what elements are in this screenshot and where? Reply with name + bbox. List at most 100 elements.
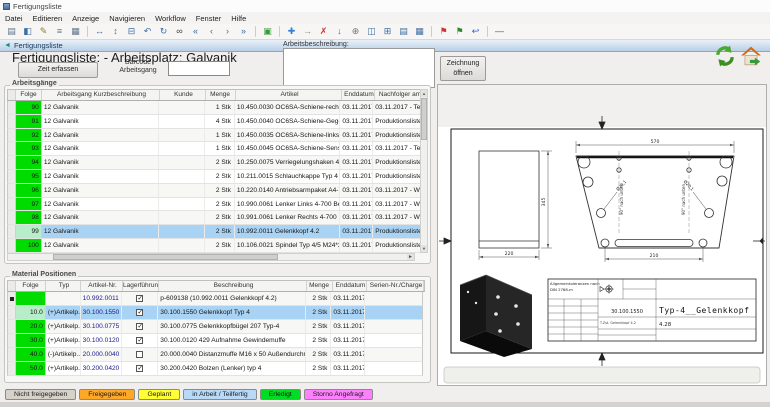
prev-record-icon[interactable]: ‹	[204, 25, 219, 38]
col-enddatum[interactable]: Enddatum	[342, 90, 375, 100]
flag-red-icon[interactable]: ⚑	[436, 25, 451, 38]
menu-editieren[interactable]: Editieren	[28, 14, 68, 23]
col-folge[interactable]: Folge	[16, 90, 42, 100]
menu-hilfe[interactable]: Hilfe	[226, 14, 251, 23]
arbeitsgang-row[interactable]: 96 12 Galvanik 2 Stk 10.220.0140 Antrieb…	[7, 184, 423, 198]
grid-view-icon[interactable]: ▦	[68, 25, 83, 38]
arbeitsgaenge-vertical-scrollbar[interactable]: ▲ ▼	[420, 89, 428, 253]
menu-anzeige[interactable]: Anzeige	[67, 14, 104, 23]
col-enddatum[interactable]: Enddatum	[333, 281, 367, 291]
menu-fenster[interactable]: Fenster	[191, 14, 226, 23]
lagerfuehrung-checkbox[interactable]	[136, 309, 143, 316]
last-record-icon[interactable]: »	[236, 25, 251, 38]
drawing-panel: 345 220	[437, 84, 767, 386]
arbeitsgang-row[interactable]: 92 12 Galvanik 1 Stk 10.450.0035 OC6SA-S…	[7, 129, 423, 143]
add-record-icon[interactable]: ✚	[284, 25, 299, 38]
page-size-10-icon[interactable]: ↔	[92, 25, 107, 38]
home-icon[interactable]	[740, 45, 762, 67]
flag-green-icon[interactable]: ⚑	[452, 25, 467, 38]
col-menge[interactable]: Menge	[206, 90, 236, 100]
delete-record-icon[interactable]: ✗	[316, 25, 331, 38]
col-lagerfuehrung[interactable]: Lagerführung	[123, 281, 159, 291]
col-typ[interactable]: Typ	[46, 281, 81, 291]
col-kurzbeschreibung[interactable]: Arbeitsgang Kurzbeschreibung	[42, 90, 160, 100]
scroll-thumb[interactable]	[53, 254, 278, 260]
edit-record-icon[interactable]: →	[300, 25, 315, 38]
scroll-thumb[interactable]	[421, 98, 427, 140]
menu-workflow[interactable]: Workflow	[150, 14, 191, 23]
next-record-icon[interactable]: ›	[220, 25, 235, 38]
search-icon[interactable]: ∞	[172, 25, 187, 38]
legend-nicht-freigegeben[interactable]: Nicht freigegeben	[5, 389, 76, 400]
material-header-row: Folge Typ Artikel-Nr. Lagerführung Besch…	[7, 280, 425, 292]
legend-storno[interactable]: Storno Angefragt	[304, 389, 373, 400]
scroll-down-icon[interactable]: ▼	[421, 245, 427, 252]
menu-datei[interactable]: Datei	[0, 14, 28, 23]
arbeitsgang-row[interactable]: 100 12 Galvanik 2 Stk 10.106.0021 Spinde…	[7, 239, 423, 253]
col-folge[interactable]: Folge	[16, 281, 46, 291]
page-size-100-icon[interactable]: ↕	[108, 25, 123, 38]
print-icon[interactable]: ▤	[4, 25, 19, 38]
barcode-input[interactable]	[168, 61, 230, 76]
first-record-icon[interactable]: «	[188, 25, 203, 38]
drawing-footer-box	[444, 367, 760, 383]
copy-icon[interactable]: ⊕	[348, 25, 363, 38]
list-view-icon[interactable]: ≡	[52, 25, 67, 38]
col-menge[interactable]: Menge	[307, 281, 333, 291]
col-serien-nr[interactable]: Serien-Nr./Charge	[367, 281, 424, 291]
arbeitsbeschreibung-textarea[interactable]	[283, 48, 435, 88]
col-beschreibung[interactable]: Beschreibung	[159, 281, 307, 291]
legend-freigegeben[interactable]: Freigegeben	[79, 389, 135, 400]
arbeitsgang-row[interactable]: 90 12 Galvanik 1 Stk 10.450.0030 OC6SA-S…	[7, 101, 423, 115]
zeit-erfassen-button[interactable]: Zeit erfassen	[18, 62, 98, 78]
minimize-icon[interactable]: —	[492, 25, 507, 38]
arbeitsgang-row[interactable]: 93 12 Galvanik 1 Stk 10.450.0045 OC6SA-S…	[7, 142, 423, 156]
menu-navigieren[interactable]: Navigieren	[104, 14, 150, 23]
tab-fertigungsliste[interactable]: Fertigungsliste	[14, 41, 63, 50]
tab-back-icon[interactable]: ◄	[4, 42, 11, 49]
arbeitsgang-row[interactable]: 99 12 Galvanik 2 Stk 10.992.0011 Gelenkk…	[7, 225, 423, 239]
folge-cell: 10.0	[16, 306, 46, 319]
arbeitsgaenge-horizontal-scrollbar[interactable]: ►	[7, 253, 415, 261]
zeichnung-oeffnen-button[interactable]: Zeichnung öffnen	[440, 56, 486, 81]
undo-all-icon[interactable]: ↩	[468, 25, 483, 38]
arbeitsgang-row[interactable]: 95 12 Galvanik 2 Stk 10.211.0015 Schlauc…	[7, 170, 423, 184]
arbeitsgang-row[interactable]: 98 12 Galvanik 2 Stk 10.991.0061 Lenker …	[7, 211, 423, 225]
col-artikel-nr[interactable]: Artikel-Nr.	[81, 281, 123, 291]
scroll-up-icon[interactable]: ▲	[421, 90, 427, 97]
lagerfuehrung-checkbox[interactable]	[136, 351, 143, 358]
material-row[interactable]: 10.0 (+)Artikelp... 30.100.1550 30.100.1…	[7, 306, 423, 320]
legend-geplant[interactable]: Geplant	[138, 389, 180, 400]
form-view-icon[interactable]: ◧	[20, 25, 35, 38]
lagerfuehrung-checkbox[interactable]	[136, 365, 143, 372]
open-form-icon[interactable]: ◫	[364, 25, 379, 38]
rotation-note: 90° nach unten	[681, 184, 686, 215]
move-down-icon[interactable]: ↓	[332, 25, 347, 38]
lagerfuehrung-checkbox[interactable]	[136, 337, 143, 344]
refresh-toolbar-icon[interactable]: ↻	[156, 25, 171, 38]
save-icon[interactable]: ⊟	[124, 25, 139, 38]
material-row[interactable]: 50.0 (+)Artikelp... 30.200.0420 30.200.0…	[7, 362, 423, 376]
arbeitsgang-row[interactable]: 97 12 Galvanik 2 Stk 10.990.0061 Lenker …	[7, 198, 423, 212]
material-row[interactable]: 20.0 (+)Artikelp... 30.100.0775 30.100.0…	[7, 320, 423, 334]
refresh-icon[interactable]	[714, 45, 736, 67]
arbeitsgang-row[interactable]: 94 12 Galvanik 2 Stk 10.250.0075 Verrieg…	[7, 156, 423, 170]
image-icon[interactable]: ▣	[260, 25, 275, 38]
legend-in-arbeit[interactable]: in Arbeit / Teilfertig	[183, 389, 256, 400]
table-edit-icon[interactable]: ▦	[412, 25, 427, 38]
col-nachfolger[interactable]: Nachfolger am	[375, 90, 424, 100]
col-kunde[interactable]: Kunde	[160, 90, 206, 100]
col-artikel[interactable]: Artikel	[236, 90, 342, 100]
lagerfuehrung-checkbox[interactable]	[136, 295, 143, 302]
material-row[interactable]: 40.0 (-)Artikelp... 20.000.0040 20.000.0…	[7, 348, 423, 362]
scroll-right-icon[interactable]: ►	[407, 254, 414, 260]
report-icon[interactable]: ▤	[396, 25, 411, 38]
design-mode-icon[interactable]: ✎	[36, 25, 51, 38]
undo-icon[interactable]: ↶	[140, 25, 155, 38]
arbeitsgang-row[interactable]: 91 12 Galvanik 4 Stk 10.450.0040 OC6SA-S…	[7, 115, 423, 129]
material-row[interactable]: 10.992.0011 p-609138 (10.992.0011 Gelenk…	[7, 292, 423, 306]
legend-erledigt[interactable]: Erledigt	[260, 389, 301, 400]
lagerfuehrung-checkbox[interactable]	[136, 323, 143, 330]
material-row[interactable]: 30.0 (+)Artikelp... 30.100.0120 30.100.0…	[7, 334, 423, 348]
new-window-icon[interactable]: ⊞	[380, 25, 395, 38]
